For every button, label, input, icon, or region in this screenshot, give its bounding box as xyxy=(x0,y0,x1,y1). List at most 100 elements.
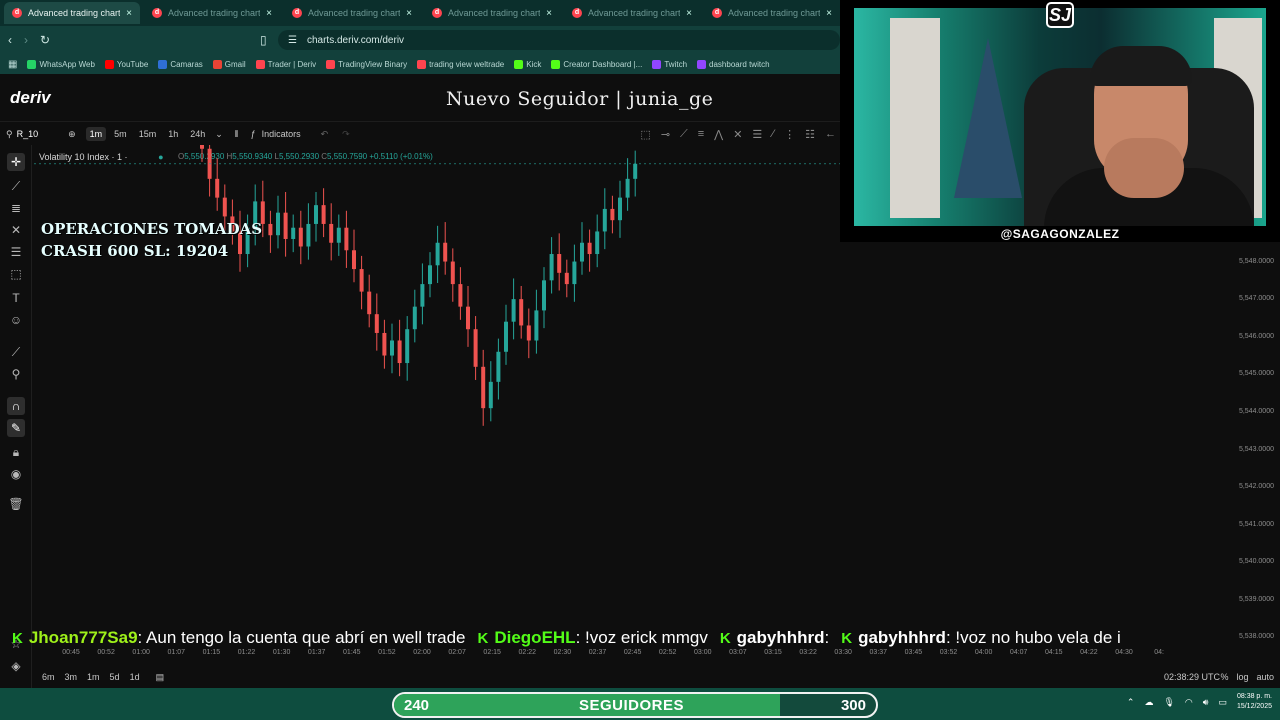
emoji-tool-icon[interactable]: ☺ xyxy=(7,311,25,329)
date-range-icon[interactable]: ▤ xyxy=(156,672,165,683)
undo-icon[interactable]: ↶ xyxy=(321,129,329,140)
timeframe-24h[interactable]: 24h xyxy=(186,127,209,141)
browser-tabbar: d Advanced trading charts × d Advanced tradi… xyxy=(0,0,840,26)
close-tab-icon[interactable]: × xyxy=(686,8,692,19)
time-tick-label: 03:22 xyxy=(799,649,817,656)
channel-tool-icon[interactable]: ≡ xyxy=(698,128,704,140)
fib-levels-icon[interactable]: ☰ xyxy=(752,128,762,141)
browser-tab[interactable]: d Advanced trading charts & to × xyxy=(564,2,700,24)
back-icon[interactable]: ‹ xyxy=(8,33,12,47)
line-tool-icon[interactable]: ⟋ xyxy=(7,177,25,195)
range-1d[interactable]: 1d xyxy=(130,672,140,682)
scale-option-log[interactable]: log xyxy=(1236,672,1248,682)
volume-icon[interactable]: 🔊︎ xyxy=(1203,697,1209,708)
mic-icon[interactable]: 🎙︎ xyxy=(1163,697,1174,708)
redo-icon[interactable]: ↷ xyxy=(342,129,350,140)
fib-tool-icon[interactable]: ≣ xyxy=(7,199,25,217)
close-tab-icon[interactable]: × xyxy=(826,8,832,19)
chevron-down-icon[interactable]: ⌄ xyxy=(215,129,223,140)
range-1m[interactable]: 1m xyxy=(87,672,100,682)
ray-tool-icon[interactable]: ← xyxy=(825,128,836,140)
cloud-icon[interactable]: ☁ xyxy=(1144,697,1153,708)
reload-icon[interactable]: ↻ xyxy=(40,33,50,47)
gann-tool-icon[interactable]: ☷ xyxy=(805,128,815,141)
bookmark-item[interactable]: trading view weltrade xyxy=(417,59,505,69)
bookmark-item[interactable]: Trader | Deriv xyxy=(255,59,316,69)
browser-tab[interactable]: d Advanced trading charts & to × xyxy=(284,2,420,24)
wifi-icon[interactable]: ◠ xyxy=(1185,697,1193,708)
scale-option-percent[interactable]: % xyxy=(1220,672,1228,682)
hline-tool-icon[interactable]: ⊸ xyxy=(661,128,670,141)
close-tab-icon[interactable]: × xyxy=(546,8,552,19)
timeframe-15m[interactable]: 15m xyxy=(135,127,161,141)
bookmark-item[interactable]: Kick xyxy=(514,59,541,69)
tray-chevron-icon[interactable]: ⌃ xyxy=(1127,697,1135,708)
followers-goal-bar: 240 SEGUIDORES 300 xyxy=(392,692,878,718)
ruler-icon[interactable]: ⟋ xyxy=(7,343,25,361)
bookmark-item[interactable]: TradingView Binary xyxy=(326,59,407,69)
shape-tool-icon[interactable]: ⬚ xyxy=(7,265,25,283)
pattern-tool-icon[interactable]: ⋀ xyxy=(714,128,723,141)
range-selector: 6m 3m 1m 5d 1d xyxy=(42,672,140,682)
eye-icon[interactable]: ◉ xyxy=(7,465,25,483)
crosshair-icon[interactable]: ✛ xyxy=(7,153,25,171)
fib-tool-icon[interactable]: ✕ xyxy=(733,128,742,141)
forward-icon[interactable]: › xyxy=(24,33,28,47)
trash-icon[interactable]: 🗑︎ xyxy=(7,495,25,513)
indicators-icon[interactable]: ƒ xyxy=(251,129,256,139)
bookmark-item[interactable]: Creator Dashboard |... xyxy=(551,59,642,69)
trendline-tool-icon[interactable]: ⟋ xyxy=(680,128,688,141)
battery-icon[interactable]: ▭ xyxy=(1218,697,1227,708)
site-info-icon[interactable]: ☰ xyxy=(288,35,297,46)
bookmark-item[interactable]: dashboard twitch xyxy=(697,59,770,69)
candle-body xyxy=(405,329,410,364)
brush-tool-icon[interactable]: ⁄ xyxy=(772,128,774,140)
zoom-icon[interactable]: ⚲ xyxy=(7,365,25,383)
search-icon[interactable]: ⚲ xyxy=(6,129,13,140)
range-5d[interactable]: 5d xyxy=(110,672,120,682)
timeframe-5m[interactable]: 5m xyxy=(110,127,131,141)
deriv-logo[interactable]: deriv xyxy=(10,88,51,108)
text-tool-icon[interactable]: T xyxy=(7,289,25,307)
close-tab-icon[interactable]: × xyxy=(406,8,412,19)
bookmark-item[interactable]: Gmail xyxy=(212,59,246,69)
timeframe-1m[interactable]: 1m xyxy=(85,127,107,141)
timeframe-1h[interactable]: 1h xyxy=(164,127,182,141)
browser-tab[interactable]: d Advanced trading charts & to × xyxy=(424,2,560,24)
apps-icon[interactable]: ▦ xyxy=(8,59,17,70)
rectangle-tool-icon[interactable]: ⬚ xyxy=(640,128,650,141)
chart-type-icon[interactable]: ⫴ xyxy=(235,129,239,140)
system-tray: ⌃ ☁ 🎙︎ ◠ 🔊︎ ▭ 08:38 p. m. 15/12/2025 xyxy=(1127,692,1272,712)
magnet-icon[interactable]: ∩ xyxy=(7,397,25,415)
bookmark-item[interactable]: Twitch xyxy=(652,59,687,69)
candle-body xyxy=(549,254,554,281)
scale-option-auto[interactable]: auto xyxy=(1256,672,1274,682)
close-tab-icon[interactable]: × xyxy=(126,8,132,19)
indicators-button[interactable]: Indicators xyxy=(262,129,301,139)
symbol-search-input[interactable]: R_10 xyxy=(17,129,39,139)
lock-icon[interactable]: 🔒︎ xyxy=(7,443,25,461)
pattern-tool-icon[interactable]: ✕ xyxy=(7,221,25,239)
bookmark-item[interactable]: WhatsApp Web xyxy=(27,59,95,69)
vline-tool-icon[interactable]: ⋮ xyxy=(784,128,795,141)
range-3m[interactable]: 3m xyxy=(65,672,78,682)
browser-tab[interactable]: d Advanced trading charts & to × xyxy=(704,2,840,24)
time-axis[interactable]: 00:45 00:52 01:00 01:07 01:15 01:22 01:30 01:37… xyxy=(34,649,1244,663)
channel-tool-icon[interactable]: ☰ xyxy=(7,243,25,261)
draw-mode-icon[interactable]: ✎ xyxy=(7,419,25,437)
candle-body xyxy=(618,197,622,221)
browser-tab[interactable]: d Advanced trading charts × xyxy=(4,2,140,24)
add-symbol-icon[interactable]: ⊕ xyxy=(68,129,76,140)
close-tab-icon[interactable]: × xyxy=(266,8,272,19)
candle-body xyxy=(268,223,273,236)
bookmark-item[interactable]: Camaras xyxy=(158,59,203,69)
range-6m[interactable]: 6m xyxy=(42,672,55,682)
candle-body xyxy=(625,178,630,198)
operations-line-1: OPERACIONES TOMADAS xyxy=(41,220,263,238)
taskbar-clock[interactable]: 08:38 p. m. 15/12/2025 xyxy=(1237,692,1272,712)
bookmark-icon[interactable]: ▯ xyxy=(260,33,267,47)
bookmark-label: trading view weltrade xyxy=(429,59,505,69)
browser-tab[interactable]: d Advanced trading charts & to × xyxy=(144,2,280,24)
url-field[interactable]: ☰ charts.deriv.com/deriv xyxy=(278,30,840,50)
bookmark-item[interactable]: YouTube xyxy=(104,59,148,69)
